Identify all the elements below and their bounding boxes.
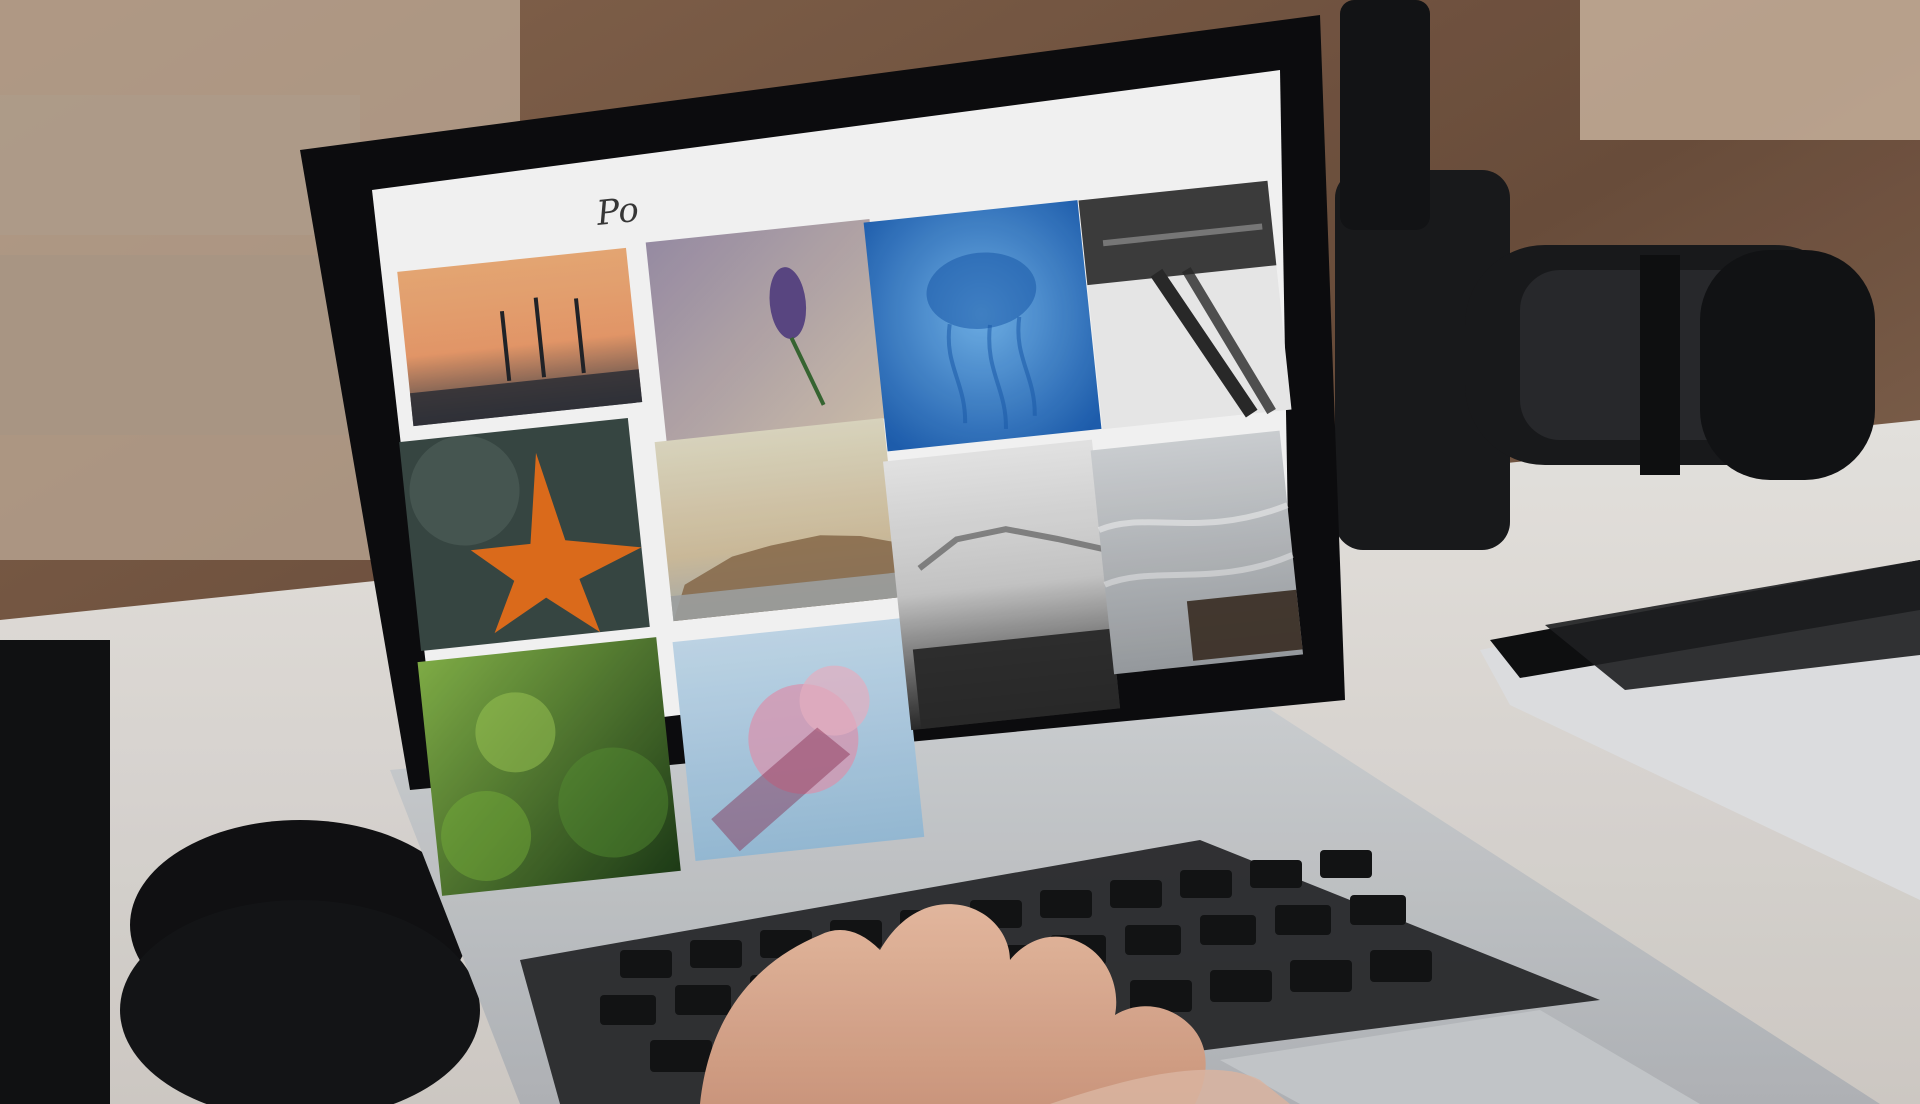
photo-scene: Po bbox=[0, 0, 1920, 1104]
vignette bbox=[0, 0, 1920, 1104]
